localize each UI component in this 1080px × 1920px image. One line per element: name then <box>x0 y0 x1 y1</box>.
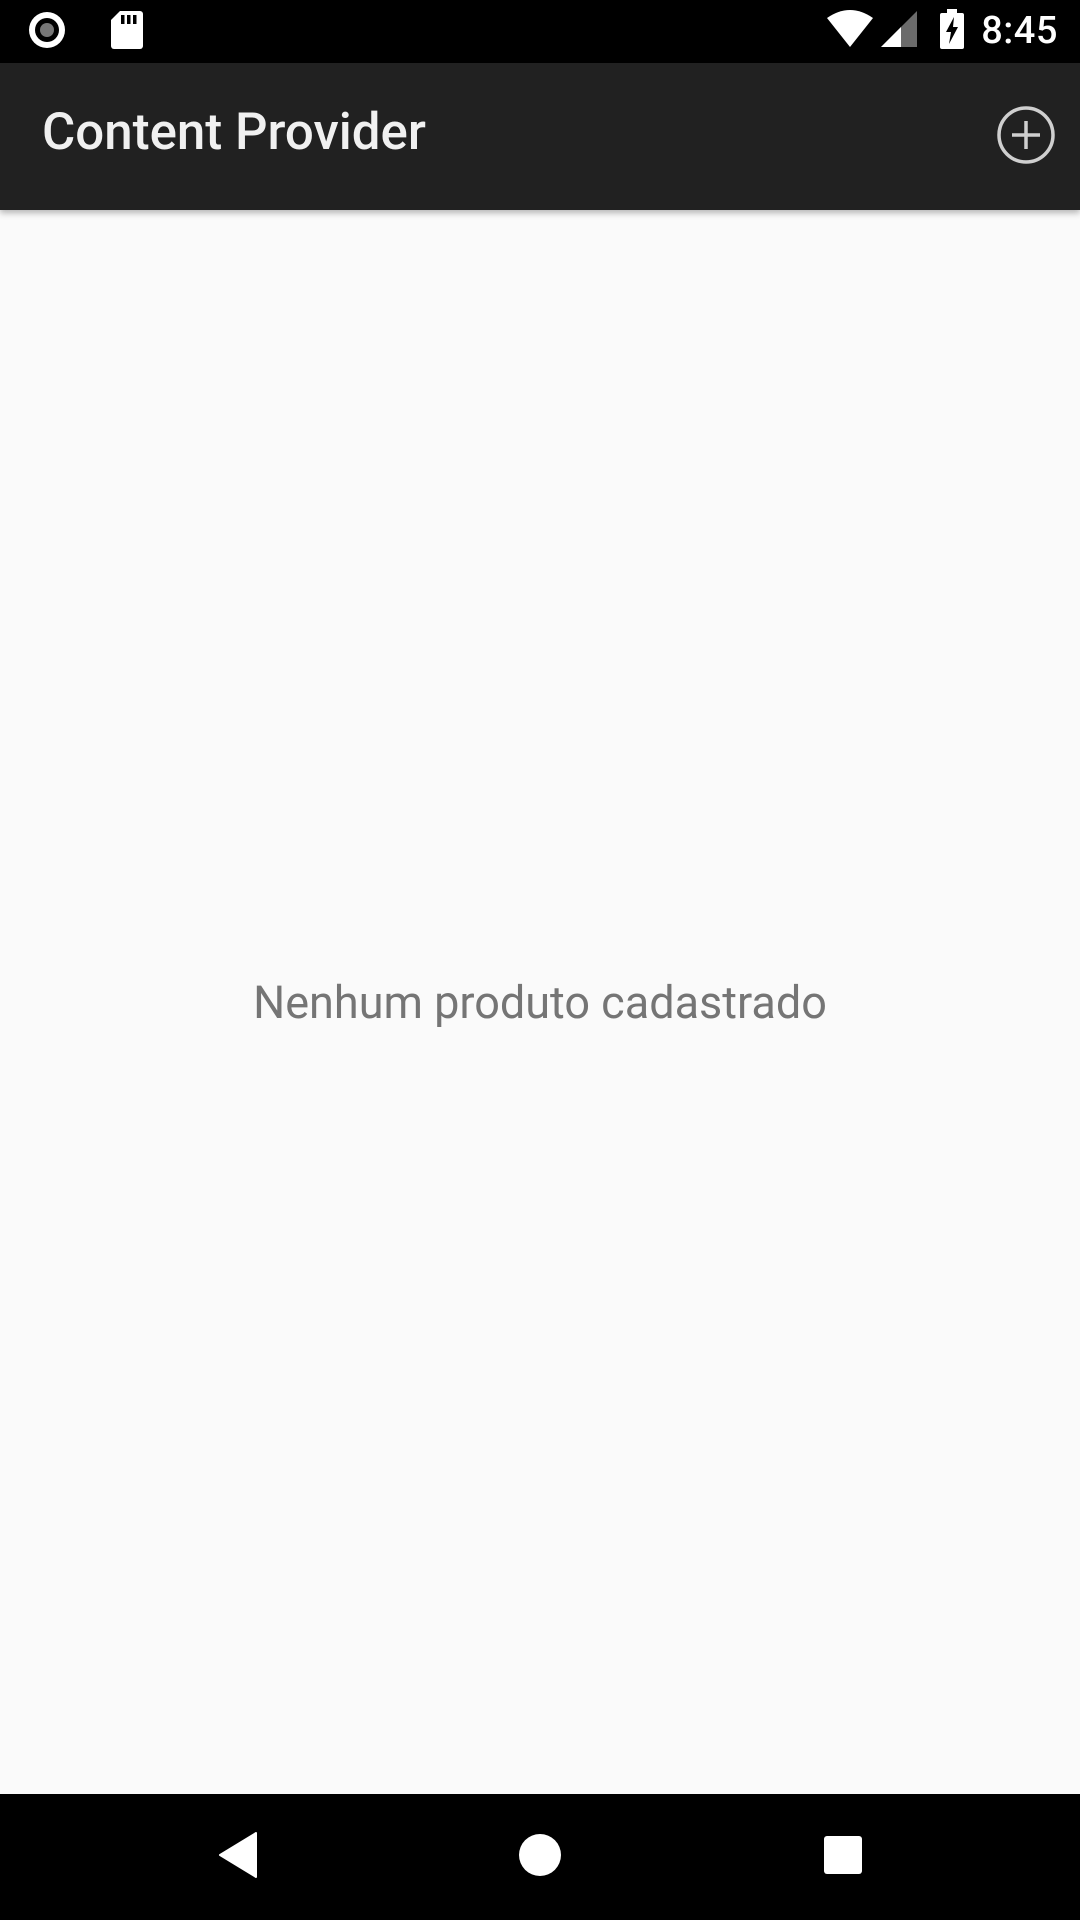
status-bar: 8:45 <box>0 0 1080 63</box>
status-clock: 8:45 <box>981 9 1058 53</box>
navigation-bar <box>0 1794 1080 1920</box>
empty-state-message: Nenhum produto cadastrado <box>253 976 827 1029</box>
product-list-area: Nenhum produto cadastrado <box>0 210 1080 1794</box>
back-button[interactable] <box>205 1824 271 1890</box>
recents-icon <box>823 1835 863 1879</box>
app-bar: Content Provider <box>0 63 1080 210</box>
home-icon <box>518 1833 562 1881</box>
add-product-button[interactable] <box>994 105 1058 169</box>
add-circle-icon <box>996 105 1056 169</box>
status-notifications <box>27 10 144 54</box>
status-system-icons: 8:45 <box>825 8 1058 54</box>
app-title: Content Provider <box>42 103 426 162</box>
home-button[interactable] <box>507 1824 573 1890</box>
screen-record-icon <box>27 10 67 54</box>
wifi-icon <box>825 9 875 53</box>
sd-card-icon <box>110 10 144 54</box>
signal-icon <box>879 9 919 53</box>
battery-charging-icon <box>939 9 965 53</box>
back-icon <box>216 1830 260 1884</box>
recents-button[interactable] <box>810 1824 876 1890</box>
